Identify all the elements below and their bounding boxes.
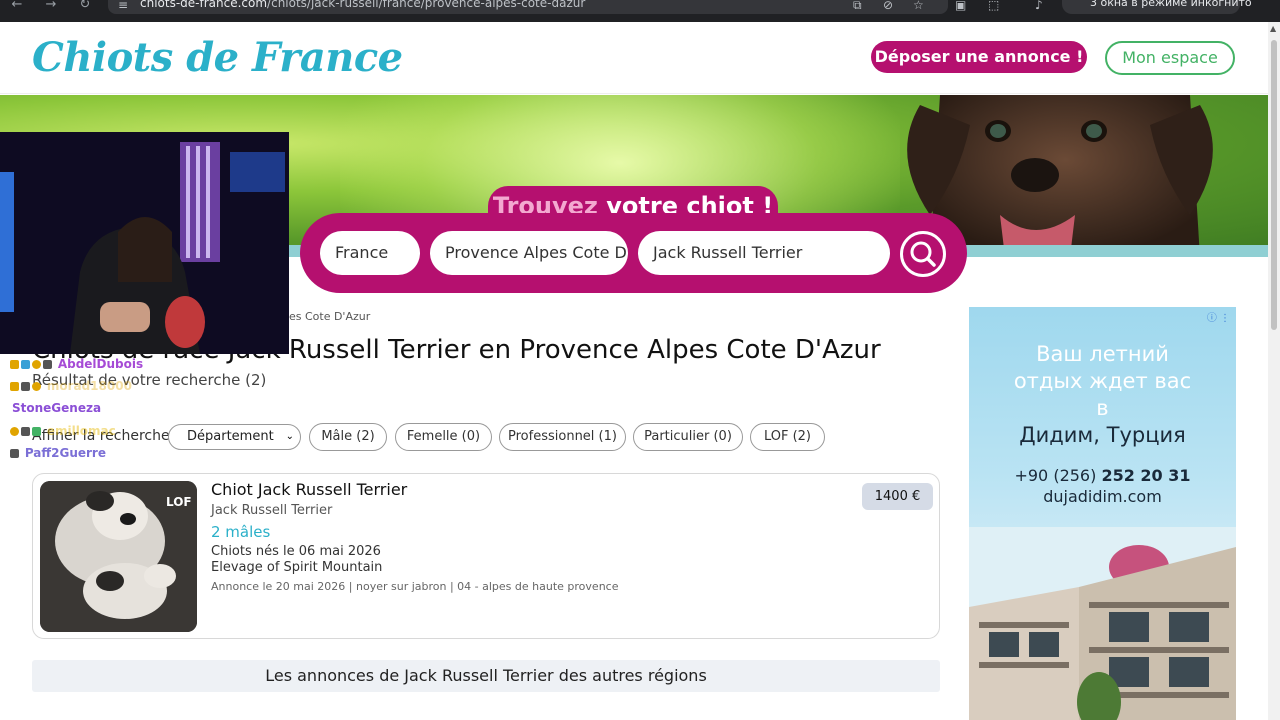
other-regions-heading: Les annonces de Jack Russell Terrier des… [32,660,940,692]
price-badge: 1400 € [862,483,933,510]
chat-badge-icon [10,360,19,369]
department-select[interactable]: Département ⌄ [168,424,301,450]
incognito-indicator[interactable]: 3 окна в режиме инкогнито [1062,0,1252,14]
bookmark-star-icon[interactable]: ☆ [913,0,924,12]
chat-badge-icon [10,427,19,436]
breed-input[interactable]: Jack Russell Terrier [638,231,890,275]
account-button[interactable]: Mon espace [1105,41,1235,75]
ad-headline: Ваш летний отдых ждет вас в Дидим, Турци… [969,341,1236,449]
media-icon[interactable]: ♪ [1035,0,1043,12]
url-domain: chiots-de-france.com [140,0,268,10]
chevron-down-icon: ⌄ [285,431,294,442]
translate-icon[interactable]: ⧉ [853,0,862,13]
chat-badge-icon [32,427,41,436]
lof-badge: LOF [166,495,192,509]
eye-off-icon[interactable]: ⊘ [883,0,893,12]
chat-badge-icon [32,360,41,369]
scroll-up-icon[interactable]: ▲ [1270,24,1276,33]
post-ad-button[interactable]: Déposer une annonce ! [871,41,1087,73]
chat-message: morad18000 [10,379,132,393]
reload-icon[interactable]: ↻ [74,0,96,16]
scrollbar-thumb[interactable] [1271,40,1277,330]
chat-username: StoneGeneza [12,401,102,415]
chat-badge-icon [10,382,19,391]
region-select[interactable]: Provence Alpes Cote D [430,231,628,275]
ad-info-icon[interactable]: ⓘ ⋮ [1207,309,1230,324]
back-icon[interactable]: ← [6,0,28,16]
chat-badge-icon [32,382,41,391]
chat-badge-icon [10,449,19,458]
listing-title[interactable]: Chiot Jack Russell Terrier [211,480,407,499]
chat-badge-icon [21,360,30,369]
browser-toolbar: ← → ↻ ≡ chiots-de-france.com/chiots/jack… [0,0,1280,22]
ad-banner[interactable]: ⓘ ⋮ Ваш летний отдых ждет вас в Дидим, Т… [969,307,1236,720]
listing-males: 2 mâles [211,523,271,541]
ad-line-3: в [1096,396,1109,420]
search-form: France Provence Alpes Cote D Jack Russel… [300,213,967,293]
chat-username: emillomac [46,424,116,438]
chat-badge-icon [21,382,30,391]
filter-professional[interactable]: Professionnel (1) [499,423,626,451]
search-icon [910,241,936,267]
address-bar[interactable]: ≡ chiots-de-france.com/chiots/jack-russe… [108,0,948,14]
ad-phone: +90 (256) 252 20 31 [969,466,1236,485]
hotel-image [969,527,1236,720]
extension-icon[interactable]: ▣ [955,0,966,12]
listing-birth-date: Chiots nés le 06 mai 2026 [211,544,381,559]
listing-card[interactable]: LOF Chiot Jack Russell Terrier Jack Russ… [32,473,940,639]
url-path: /chiots/jack-russell/france/provence-alp… [267,0,586,10]
ad-line-1: Ваш летний [1036,342,1169,366]
filter-lof[interactable]: LOF (2) [750,423,825,451]
filter-male[interactable]: Mâle (2) [309,423,387,451]
chat-badge-icon [21,427,30,436]
country-select[interactable]: France [320,231,420,275]
incognito-label: 3 окна в режиме инкогнито [1090,0,1252,9]
search-button[interactable] [900,231,946,277]
chat-message: AbdelDubois [10,357,143,371]
chat-message: Paff2Guerre [10,446,106,460]
ad-phone-number: 252 20 31 [1101,466,1191,485]
webcam-overlay [0,132,289,354]
chat-username: Paff2Guerre [24,446,106,460]
chat-badge-icon [43,360,52,369]
chat-message: emillomac [10,424,116,438]
site-header: Chiots de France Déposer une annonce ! M… [0,22,1268,94]
filter-private[interactable]: Particulier (0) [633,423,743,451]
chat-message: StoneGeneza [12,401,101,415]
streamer-video [0,132,289,354]
ad-line-2: отдых ждет вас [1013,369,1192,393]
ad-phone-prefix: +90 (256) [1014,466,1097,485]
department-select-value: Département [187,429,274,444]
ad-domain: dujadidim.com [1043,487,1162,506]
chat-username: morad18000 [46,379,132,393]
forward-icon[interactable]: → [40,0,62,16]
listing-kennel: Elevage of Spirit Mountain [211,560,383,575]
page-scrollbar[interactable]: ▲ [1268,22,1280,720]
filter-female[interactable]: Femelle (0) [395,423,492,451]
listing-photo[interactable]: LOF [40,481,197,632]
ad-line-4: Дидим, Турция [1019,423,1186,447]
breadcrumb-current[interactable]: pes Cote D'Azur [282,310,370,323]
puzzle-icon[interactable]: ⬚ [988,0,999,12]
listing-meta: Annonce le 20 mai 2026 | noyer sur jabro… [211,580,619,593]
listing-breed: Jack Russell Terrier [211,503,333,518]
chat-username: AbdelDubois [57,357,144,371]
site-info-icon[interactable]: ≡ [118,0,128,12]
site-logo[interactable]: Chiots de France [32,34,403,81]
